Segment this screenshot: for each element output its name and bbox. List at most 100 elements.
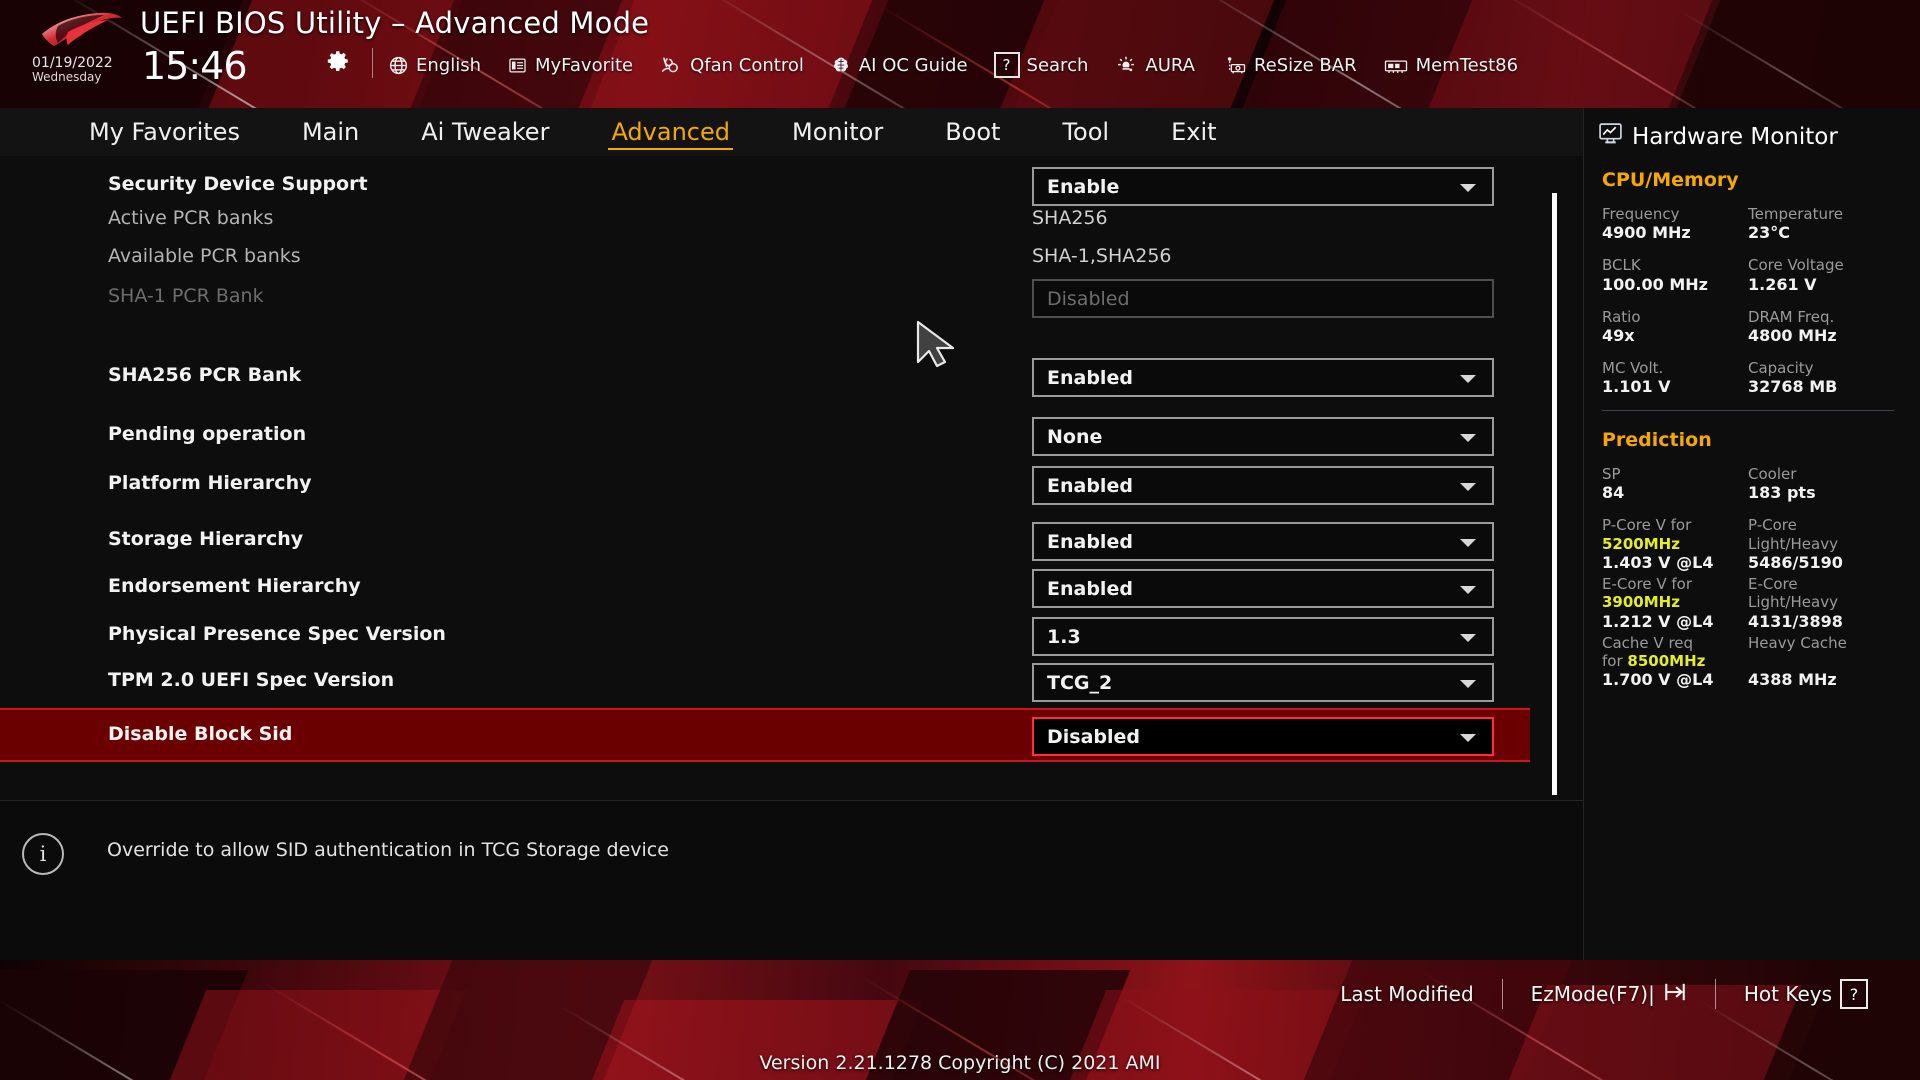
settings-row[interactable]: Pending operation None (0, 415, 1530, 456)
hwmon-prediction-highlight: 8500MHz (1627, 651, 1706, 670)
setting-label: TPM 2.0 UEFI Spec Version (108, 669, 395, 691)
footer-actions: Last Modified EzMode(F7)| Hot Keys ? (1312, 972, 1896, 1016)
tab-monitor[interactable]: Monitor (761, 108, 914, 156)
dropdown-value: 1.3 (1047, 625, 1081, 648)
header-bar: UEFI BIOS Utility – Advanced Mode 01/19/… (0, 0, 1920, 108)
globe-icon (388, 55, 409, 76)
tool-label: Qfan Control (690, 54, 804, 76)
tab-label: Monitor (791, 118, 884, 146)
tool-english[interactable]: English (388, 55, 481, 76)
settings-row[interactable]: Active PCR banks SHA256 (0, 199, 1530, 239)
tool-label: AI OC Guide (858, 54, 968, 76)
tab-label: Ai Tweaker (421, 118, 550, 146)
settings-row[interactable]: Physical Presence Spec Version 1.3 (0, 615, 1530, 656)
hwmon-prediction-right-value: 4388 MHz (1748, 670, 1837, 690)
setting-dropdown[interactable]: Enabled (1032, 522, 1494, 561)
setting-label: Endorsement Hierarchy (108, 575, 361, 597)
settings-row[interactable]: SHA256 PCR Bank Enabled (0, 356, 1530, 397)
tool-ai-oc-guide[interactable]: AI OC Guide (830, 55, 968, 76)
setting-label: Pending operation (108, 423, 307, 445)
hwmon-prediction-left-prefix: for (1602, 651, 1628, 670)
chevron-down-icon (1460, 585, 1476, 594)
hwmon-metric: BCLK 100.00 MHz (1602, 256, 1748, 294)
hwmon-prediction-right: P-Core Light/Heavy 5486/5190 (1748, 516, 1894, 573)
tab-exit[interactable]: Exit (1140, 108, 1247, 156)
setting-dropdown[interactable]: None (1032, 417, 1494, 456)
header-tools: English MyFavorite Qfan Control AI OC Gu… (388, 50, 1518, 80)
tool-resize-bar[interactable]: ReSize BAR (1221, 55, 1357, 76)
gear-icon[interactable] (325, 48, 351, 74)
tool-label: MyFavorite (535, 54, 634, 76)
tab-ai-tweaker[interactable]: Ai Tweaker (390, 108, 580, 156)
tool-myfavorite[interactable]: MyFavorite (507, 55, 633, 76)
setting-dropdown[interactable]: 1.3 (1032, 617, 1494, 656)
hwmon-metric-label: MC Volt. (1602, 358, 1664, 377)
hwmon-prediction-left-value: 1.700 V @L4 (1602, 670, 1714, 690)
setting-label: Security Device Support (108, 173, 368, 195)
hwmon-prediction-left-label: E-Core V for (1602, 575, 1693, 594)
dropdown-value: Enable (1047, 175, 1120, 198)
clock-display: 15:46 (142, 44, 248, 88)
ezmode-button[interactable]: EzMode(F7)| (1503, 981, 1715, 1008)
setting-dropdown: Disabled (1032, 279, 1494, 318)
tab-label: Tool (1062, 118, 1110, 146)
chevron-down-icon (1460, 374, 1476, 383)
hwmon-metric-label: Ratio (1602, 307, 1641, 326)
last-modified-label: Last Modified (1340, 982, 1474, 1006)
hwmon-row: MC Volt. 1.101 V Capacity 32768 MB (1602, 359, 1894, 397)
hwmon-prediction-left: P-Core V for 5200MHz 1.403 V @L4 (1602, 516, 1748, 573)
setting-dropdown[interactable]: TCG_2 (1032, 663, 1494, 702)
settings-row[interactable]: Platform Hierarchy Enabled (0, 464, 1530, 505)
setting-label: Available PCR banks (108, 245, 301, 267)
settings-row[interactable]: Disable Block Sid Disabled (0, 715, 1530, 756)
page-title: UEFI BIOS Utility – Advanced Mode (140, 6, 650, 40)
settings-row[interactable]: Endorsement Hierarchy Enabled (0, 567, 1530, 608)
tool-label: AURA (1145, 54, 1195, 76)
hwmon-prediction-left-freq: for 8500MHz (1602, 652, 1748, 670)
setting-dropdown[interactable]: Enabled (1032, 358, 1494, 397)
tab-label: Main (301, 118, 360, 146)
hwmon-metric-value: 4900 MHz (1602, 223, 1691, 243)
settings-row[interactable]: Storage Hierarchy Enabled (0, 520, 1530, 561)
tool-memtest86[interactable]: MemTest86 (1383, 55, 1518, 76)
setting-dropdown[interactable]: Enabled (1032, 466, 1494, 505)
tab-my-favorites[interactable]: My Favorites (58, 108, 271, 156)
hwmon-metric-label: SP (1602, 465, 1621, 484)
hwmon-metric-label: Temperature (1748, 205, 1844, 223)
tool-qfan-control[interactable]: Qfan Control (659, 55, 804, 76)
hardware-monitor-title: Hardware Monitor (1584, 108, 1920, 151)
hwmon-prediction-right-label: E-Core (1748, 575, 1798, 594)
info-icon: i (22, 833, 64, 875)
tool-search[interactable]: ? Search (993, 52, 1088, 78)
setting-dropdown[interactable]: Disabled (1032, 717, 1494, 756)
chevron-down-icon (1460, 679, 1476, 688)
dropdown-value: Enabled (1047, 577, 1133, 600)
hwmon-row: BCLK 100.00 MHz Core Voltage 1.261 V (1602, 256, 1894, 294)
tab-advanced[interactable]: Advanced (580, 108, 761, 156)
hwmon-prediction-simple-grid: SP 84 Cooler 183 pts (1602, 465, 1894, 503)
vertical-scrollbar[interactable] (1552, 193, 1557, 795)
settings-row[interactable]: SHA-1 PCR Bank Disabled (0, 277, 1530, 318)
footer-bar: Last Modified EzMode(F7)| Hot Keys ? Ver… (0, 960, 1920, 1080)
settings-row[interactable]: Available PCR banks SHA-1,SHA256 (0, 237, 1530, 277)
hwmon-metric-value: 84 (1602, 483, 1625, 503)
settings-row[interactable]: TPM 2.0 UEFI Spec Version TCG_2 (0, 661, 1530, 702)
tab-boot[interactable]: Boot (914, 108, 1031, 156)
hwmon-metric-value: 1.261 V (1748, 274, 1817, 294)
last-modified-button[interactable]: Last Modified (1312, 982, 1501, 1006)
tab-tool[interactable]: Tool (1031, 108, 1140, 156)
tab-main[interactable]: Main (271, 108, 390, 156)
monitor-chart-icon (1598, 122, 1623, 151)
hwmon-prediction-highlight: 3900MHz (1602, 593, 1680, 612)
chevron-down-icon (1460, 538, 1476, 547)
hwmon-prediction-right: Heavy Cache 4388 MHz (1748, 634, 1894, 691)
tool-aura[interactable]: AURA (1114, 55, 1195, 76)
hwmon-prediction-left-value: 1.212 V @L4 (1602, 611, 1714, 631)
hotkeys-button[interactable]: Hot Keys ? (1716, 979, 1896, 1009)
setting-dropdown[interactable]: Enabled (1032, 569, 1494, 608)
hwmon-row: SP 84 Cooler 183 pts (1602, 465, 1894, 503)
fan-icon (659, 55, 683, 76)
question-box-icon: ? (1840, 979, 1868, 1009)
hwmon-row: Ratio 49x DRAM Freq. 4800 MHz (1602, 308, 1894, 346)
nav-tab-list: My Favorites Main Ai Tweaker Advanced Monito… (58, 108, 1248, 156)
